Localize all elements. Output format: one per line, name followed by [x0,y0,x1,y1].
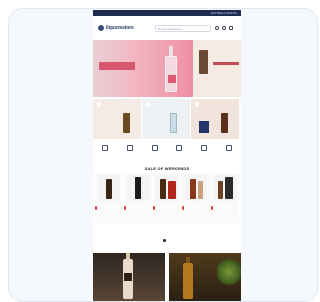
promo-tag [195,102,199,107]
product-image [127,175,149,201]
discount-badge [182,206,184,210]
side-bottle-image [199,50,208,74]
promo-bottle-image [221,113,228,133]
product-card[interactable] [124,173,152,223]
hero-banner[interactable] [93,40,241,97]
heart-icon[interactable] [222,26,226,30]
promo-bottle-image [123,113,130,133]
search-input[interactable]: Buscar productos... [155,25,211,32]
promo-bottle-image [170,113,177,133]
category-item[interactable] [151,145,158,152]
category-icon [126,145,133,151]
section-title: SALE OF WEEKENDS [144,166,190,171]
product-image [98,175,120,201]
feature-banner-right[interactable] [169,253,241,301]
category-icon [200,145,207,151]
discount-badge [211,206,213,210]
category-item[interactable] [126,145,133,152]
discount-badge [153,206,155,210]
plant-image [217,257,241,287]
promo-tag [97,102,101,107]
preview-card: ENTREGA GRATIS liquorsstore Buscar produ… [8,8,318,302]
hero-main-slide[interactable] [93,40,193,97]
category-strip [93,144,241,158]
promo-card-3[interactable] [191,99,240,139]
side-accent [213,62,239,65]
header-actions [215,26,233,30]
product-image [214,175,236,201]
announcement-text: ENTREGA GRATIS [210,11,237,15]
promo-box-image [199,121,209,133]
product-card[interactable] [153,173,181,223]
category-item[interactable] [200,145,207,152]
promo-card-2[interactable] [142,99,191,139]
carousel-dot[interactable] [163,239,166,242]
cart-icon[interactable] [229,26,233,30]
promo-card-1[interactable] [93,99,142,139]
promo-row [93,99,241,139]
banner-bottle-image [183,263,193,299]
category-icon [102,145,109,151]
category-icon [176,145,183,151]
category-item[interactable] [102,145,109,152]
hero-bottle-image [165,46,177,92]
feature-banner-left[interactable] [93,253,165,301]
category-item[interactable] [225,145,232,152]
hero-side-banner[interactable] [193,40,241,97]
category-item[interactable] [176,145,183,152]
product-carousel [95,173,239,223]
product-image [185,175,207,201]
logo-icon [98,25,104,31]
store-page-preview: ENTREGA GRATIS liquorsstore Buscar produ… [93,10,241,301]
discount-badge [124,206,126,210]
user-icon[interactable] [215,26,219,30]
logo-text: liquorsstore [106,25,134,31]
category-icon [225,145,232,151]
category-icon [151,145,158,151]
product-card[interactable] [182,173,210,223]
site-logo[interactable]: liquorsstore [98,25,134,31]
hero-title [99,62,135,70]
product-image [156,175,178,201]
discount-badge [95,206,97,210]
product-card[interactable] [211,173,239,223]
promo-tag [146,102,150,107]
product-card[interactable] [95,173,123,223]
